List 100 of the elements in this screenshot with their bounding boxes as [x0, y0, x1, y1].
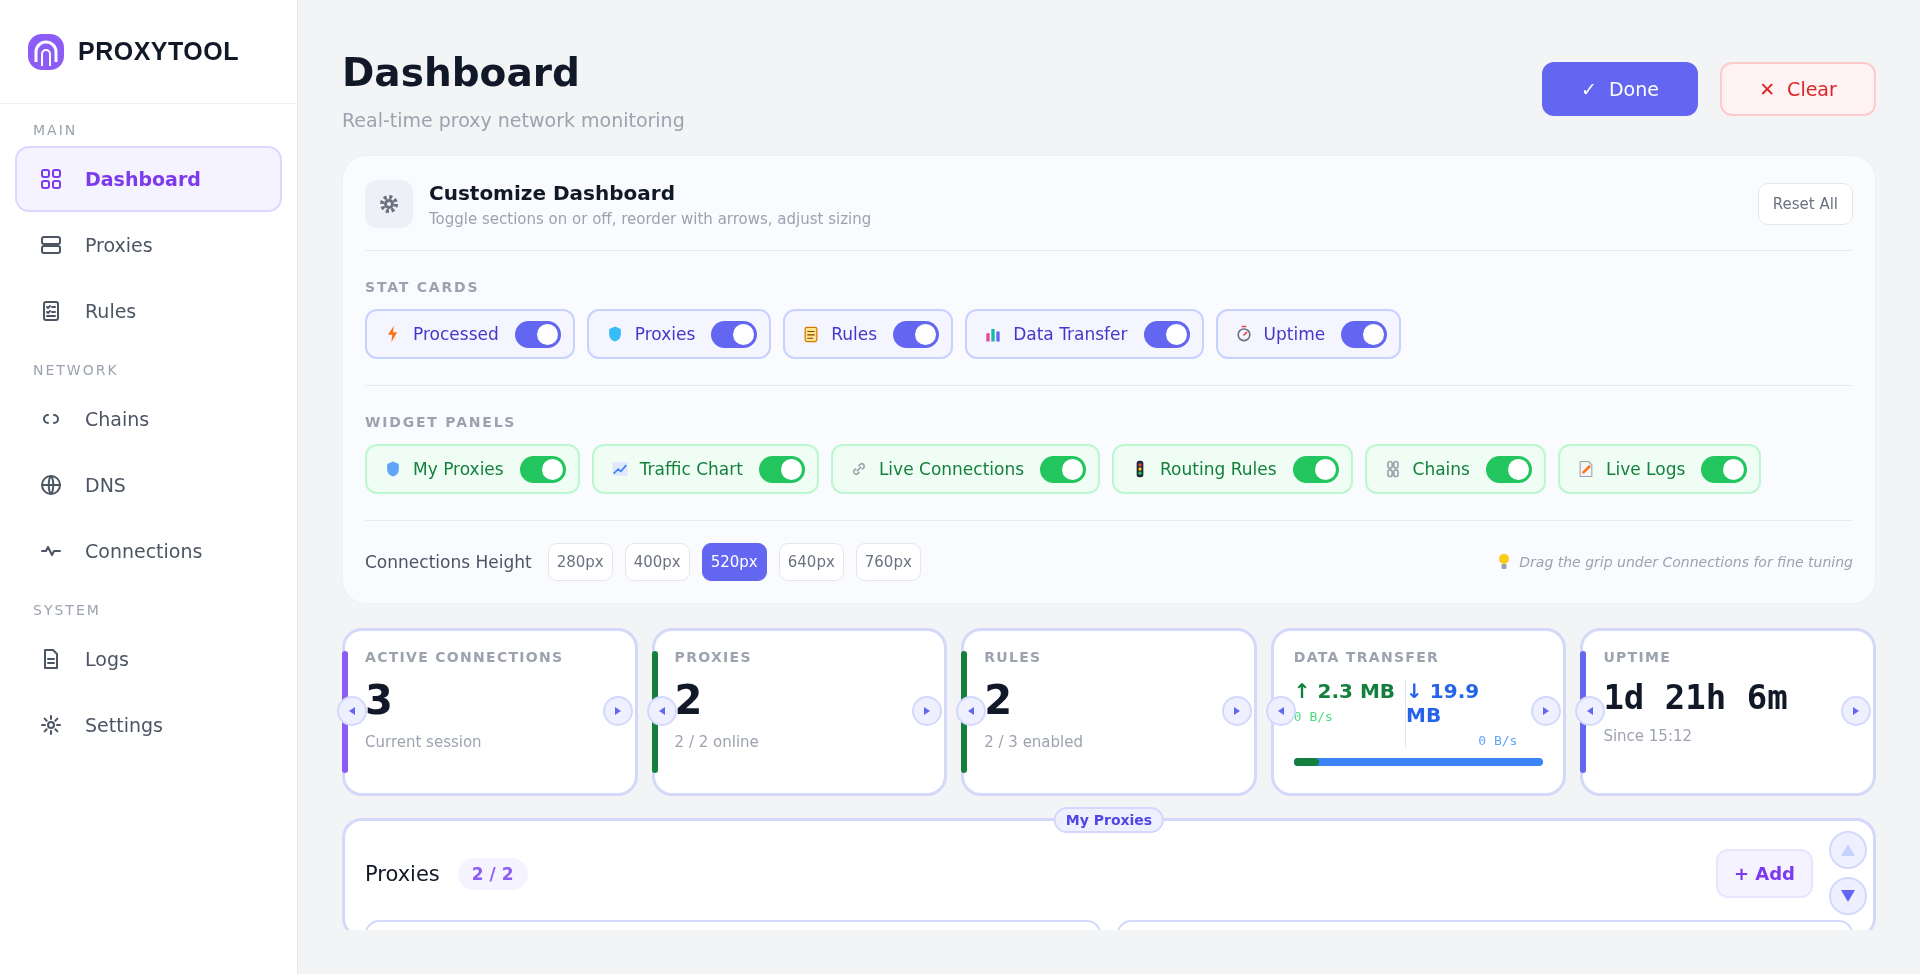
- section-toggle[interactable]: Routing Rules: [1112, 444, 1353, 494]
- move-left-button[interactable]: [337, 696, 367, 726]
- nav-item[interactable]: Proxies: [15, 212, 282, 278]
- group-label: WIDGET PANELS: [365, 414, 518, 430]
- stat-value: 1d 21h 6m: [1603, 677, 1789, 717]
- stat-caption: 2 / 2 online: [674, 733, 760, 751]
- group-label: STAT CARDS: [365, 279, 481, 295]
- stat-label: ACTIVE CONNECTIONS: [365, 649, 565, 665]
- toggle-switch[interactable]: [514, 320, 561, 348]
- triangle-right-icon: [1851, 707, 1860, 715]
- server-icon: [39, 233, 63, 257]
- scroll-down-button[interactable]: [1829, 877, 1867, 915]
- page-title: Dashboard: [342, 50, 581, 95]
- add-button[interactable]: + Add: [1715, 849, 1813, 898]
- toggle-switch[interactable]: [1040, 455, 1087, 483]
- triangle-left-icon: [967, 707, 976, 715]
- section-toggle[interactable]: Chains: [1364, 444, 1546, 494]
- height-label: Connections Height: [365, 552, 532, 572]
- done-button[interactable]: ✓ Done: [1542, 62, 1698, 116]
- triangle-right-icon: [1542, 707, 1551, 715]
- height-option[interactable]: 520px: [701, 543, 767, 581]
- toggle-switch[interactable]: [1341, 320, 1388, 348]
- move-left-button[interactable]: [1265, 696, 1296, 726]
- section-label: NETWORK: [32, 361, 120, 380]
- triangle-left-icon: [1276, 707, 1285, 715]
- nav-item[interactable]: Logs: [15, 626, 282, 692]
- stat-caption: Since 15:12: [1603, 727, 1694, 745]
- move-left-button[interactable]: [1575, 696, 1606, 726]
- height-option[interactable]: 280px: [547, 543, 613, 581]
- panel-title: Proxies: [365, 861, 440, 886]
- reset-all-button[interactable]: Reset All: [1757, 183, 1853, 225]
- move-right-button[interactable]: [1531, 696, 1562, 726]
- upload-total: ↑ 2.3 MB: [1293, 679, 1397, 703]
- toggle-switch[interactable]: [711, 320, 758, 348]
- nav-item[interactable]: Chains: [15, 386, 282, 452]
- triangle-left-icon: [348, 707, 356, 715]
- clear-button[interactable]: ✕ Clear: [1720, 62, 1876, 116]
- upload-rate: 0 B/s: [1293, 709, 1334, 724]
- stat-caption: Current session: [365, 733, 483, 751]
- toggle-switch[interactable]: [1292, 455, 1339, 483]
- toggle-switch[interactable]: [1485, 455, 1532, 483]
- triangle-up-icon: [1841, 844, 1855, 856]
- section-toggle[interactable]: Uptime: [1215, 309, 1402, 359]
- download-total: ↓ 19.9 MB: [1406, 679, 1481, 727]
- settings-icon: [377, 192, 401, 216]
- triangle-right-icon: [1232, 707, 1241, 715]
- panel-tag: My Proxies: [1053, 807, 1165, 833]
- count-badge: 2 / 2: [457, 857, 528, 890]
- move-right-button[interactable]: [912, 696, 943, 726]
- height-option[interactable]: 640px: [778, 543, 844, 581]
- nav-item[interactable]: Dashboard: [15, 146, 282, 212]
- toggle-switch[interactable]: [1701, 455, 1748, 483]
- nav-item[interactable]: DNS: [15, 452, 282, 518]
- section-label: MAIN: [32, 121, 79, 140]
- panel-title: Customize Dashboard: [429, 180, 676, 205]
- panel-subtitle: Toggle sections on or off, reorder with arrows, adjust sizing: [429, 209, 872, 228]
- stat-caption: 2 / 3 enabled: [984, 733, 1084, 751]
- move-left-button[interactable]: [956, 696, 987, 726]
- section-toggle[interactable]: Live Logs: [1557, 444, 1762, 494]
- sun-icon: [39, 713, 63, 737]
- toggle-switch[interactable]: [893, 320, 940, 348]
- section-toggle[interactable]: Rules: [783, 309, 954, 359]
- section-label: SYSTEM: [32, 601, 102, 620]
- stat-label: RULES: [984, 649, 1043, 665]
- toggle-switch[interactable]: [519, 455, 566, 483]
- triangle-left-icon: [657, 707, 666, 715]
- stat-value: 2: [674, 677, 704, 723]
- nav-item[interactable]: Settings: [15, 692, 282, 758]
- section-toggle[interactable]: Traffic Chart: [591, 444, 819, 494]
- stat-value: 2: [984, 677, 1014, 723]
- move-right-button[interactable]: [1221, 696, 1252, 726]
- section-toggle[interactable]: Data Transfer: [965, 309, 1204, 359]
- nav-item[interactable]: Rules: [15, 278, 282, 344]
- move-left-button[interactable]: [646, 696, 677, 726]
- section-toggle[interactable]: My Proxies: [365, 444, 580, 494]
- triangle-right-icon: [613, 707, 622, 715]
- section-toggle[interactable]: Live Connections: [830, 444, 1101, 494]
- stat-label: PROXIES: [674, 649, 753, 665]
- nav-item[interactable]: Connections: [15, 518, 282, 584]
- grid-icon: [39, 167, 63, 191]
- triangle-left-icon: [1586, 707, 1595, 715]
- section-toggle[interactable]: Proxies: [586, 309, 772, 359]
- brand-name: PROXYTOOL: [78, 37, 239, 66]
- stat-label: DATA TRANSFER: [1293, 649, 1441, 665]
- section-toggle[interactable]: Processed: [365, 309, 575, 359]
- download-rate: 0 B/s: [1478, 733, 1518, 748]
- move-right-button[interactable]: [1840, 696, 1871, 726]
- stat-value: 3: [365, 677, 394, 723]
- height-option[interactable]: 400px: [624, 543, 690, 581]
- triangle-right-icon: [923, 707, 932, 715]
- toggle-switch[interactable]: [1143, 320, 1190, 348]
- page-subtitle: Real-time proxy network monitoring: [342, 109, 685, 131]
- move-right-button[interactable]: [602, 696, 633, 726]
- triangle-down-icon: [1841, 890, 1855, 902]
- logo-icon: [26, 31, 66, 72]
- height-option[interactable]: 760px: [855, 543, 921, 581]
- hint-text: Drag the grip under Connections for fine tuning: [1519, 554, 1853, 570]
- stat-label: UPTIME: [1603, 649, 1673, 665]
- toggle-switch[interactable]: [758, 455, 805, 483]
- globe-icon: [39, 473, 63, 497]
